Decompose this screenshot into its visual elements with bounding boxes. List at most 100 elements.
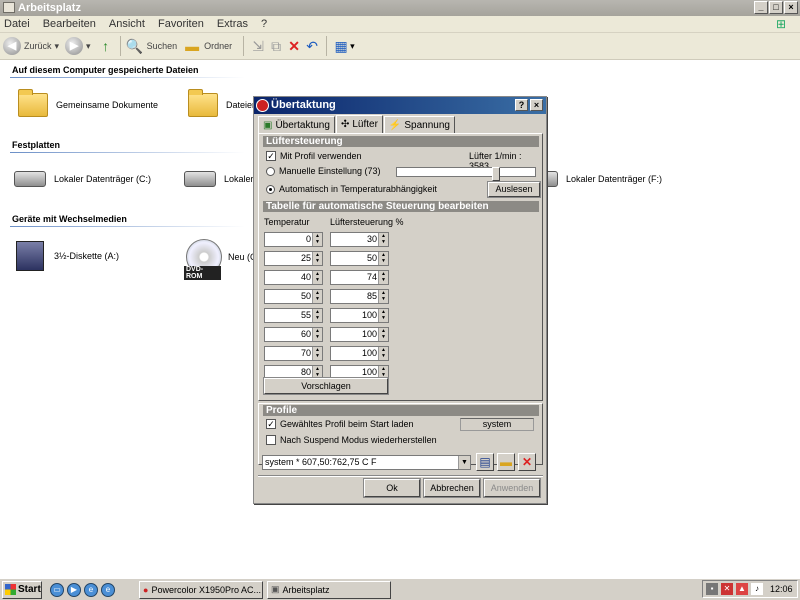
close-button[interactable]: ×	[784, 1, 798, 14]
menu-file[interactable]: Datei	[4, 18, 30, 30]
open-profile-button[interactable]: ▬	[497, 453, 515, 471]
dialog-close-button[interactable]: ×	[530, 99, 543, 111]
forward-button[interactable]: ▶ ▾	[65, 37, 91, 55]
tab-overclock[interactable]: ▣ Übertaktung	[258, 116, 335, 133]
undo-icon[interactable]: ↶	[303, 37, 321, 55]
slider-thumb[interactable]	[491, 167, 500, 181]
tab-fan[interactable]: ✣ Lüfter	[335, 115, 383, 133]
copy-to-icon[interactable]: ⧉	[267, 37, 285, 55]
chevron-down-icon[interactable]: ▾	[86, 41, 91, 52]
tray-icon-1[interactable]: ▪	[706, 583, 718, 595]
volume-icon[interactable]: ♪	[751, 583, 763, 595]
fan-percent-spinner[interactable]: 100 ▲ ▼	[330, 327, 389, 342]
tray-icon-3[interactable]: ▲	[736, 583, 748, 595]
menu-help[interactable]: ?	[261, 18, 267, 30]
load-on-start-row[interactable]: ✓ Gewähltes Profil beim Start laden	[266, 419, 414, 429]
spinner-arrows-icon[interactable]: ▲ ▼	[312, 309, 322, 322]
tray-icon-2[interactable]: ✕	[721, 583, 733, 595]
fan-percent-spinner[interactable]: 50 ▲ ▼	[330, 251, 389, 266]
chevron-down-icon[interactable]: ▾	[350, 41, 355, 52]
ok-button[interactable]: Ok	[363, 478, 421, 498]
load-on-start-checkbox[interactable]: ✓	[266, 419, 276, 429]
auto-label: Automatisch in Temperaturabhängigkeit	[279, 184, 437, 194]
use-profile-row[interactable]: ✓ Mit Profil verwenden	[266, 151, 362, 161]
browser-icon[interactable]: e	[84, 582, 98, 597]
fan-percent-spinner[interactable]: 100 ▲ ▼	[330, 308, 389, 323]
shared-documents-item[interactable]: Gemeinsame Dokumente	[18, 89, 158, 117]
temperature-spinner[interactable]: 40 ▲ ▼	[264, 270, 323, 285]
drive-c-item[interactable]: Lokaler Datenträger (C:)	[14, 171, 151, 187]
chevron-down-icon[interactable]: ▼	[458, 456, 470, 469]
manual-mode-row[interactable]: Manuelle Einstellung (73)	[266, 166, 381, 176]
use-profile-checkbox[interactable]: ✓	[266, 151, 276, 161]
fan-percent-spinner[interactable]: 100 ▲ ▼	[330, 346, 389, 361]
window-titlebar[interactable]: Arbeitsplatz _ □ ×	[0, 0, 800, 16]
delete-icon[interactable]: ✕	[285, 37, 303, 55]
user-files-item[interactable]: Dateien	[188, 89, 257, 117]
read-button[interactable]: Auslesen	[487, 181, 541, 198]
spinner-arrows-icon[interactable]: ▲ ▼	[378, 252, 388, 265]
fan-percent-spinner[interactable]: 74 ▲ ▼	[330, 270, 389, 285]
chevron-down-icon[interactable]: ▾	[55, 41, 60, 52]
temperature-spinner[interactable]: 50 ▲ ▼	[264, 289, 323, 304]
menu-tools[interactable]: Extras	[217, 18, 248, 30]
spinner-arrows-icon[interactable]: ▲ ▼	[312, 290, 322, 303]
menu-view[interactable]: Ansicht	[109, 18, 145, 30]
spinner-arrows-icon[interactable]: ▲ ▼	[378, 271, 388, 284]
apply-button[interactable]: Anwenden	[483, 478, 541, 498]
spinner-arrows-icon[interactable]: ▲ ▼	[312, 328, 322, 341]
menu-edit[interactable]: Bearbeiten	[43, 18, 96, 30]
taskbar: Start ▭ ▶ e e ● Powercolor X1950Pro AC..…	[0, 578, 800, 600]
save-profile-button[interactable]: ▤	[476, 453, 494, 471]
fan-speed-slider[interactable]	[396, 167, 536, 181]
floppy-item[interactable]: 3½-Diskette (A:)	[16, 241, 119, 271]
clock[interactable]: 12:06	[770, 584, 793, 594]
up-folder-icon[interactable]: ↑	[97, 37, 115, 55]
delete-profile-button[interactable]: ✕	[518, 453, 536, 471]
fan-percent-spinner[interactable]: 85 ▲ ▼	[330, 289, 389, 304]
temperature-spinner[interactable]: 25 ▲ ▼	[264, 251, 323, 266]
media-player-icon[interactable]: ▶	[67, 582, 81, 597]
dvd-item[interactable]: DVD-ROM Neu (G:)	[184, 239, 263, 280]
temperature-spinner[interactable]: 0 ▲ ▼	[264, 232, 323, 247]
restore-suspend-checkbox[interactable]	[266, 435, 276, 445]
help-button[interactable]: ?	[515, 99, 528, 111]
internet-explorer-icon[interactable]: e	[101, 582, 115, 597]
spinner-arrows-icon[interactable]: ▲ ▼	[312, 271, 322, 284]
minimize-button[interactable]: _	[754, 1, 768, 14]
suggest-button[interactable]: Vorschlagen	[263, 377, 389, 395]
dialog-titlebar[interactable]: Übertaktung ? ×	[254, 97, 546, 114]
move-to-icon[interactable]: ⇲	[249, 37, 267, 55]
cancel-button[interactable]: Abbrechen	[423, 478, 481, 498]
temperature-spinner[interactable]: 60 ▲ ▼	[264, 327, 323, 342]
views-icon[interactable]: ▦	[332, 37, 350, 55]
temperature-spinner[interactable]: 55 ▲ ▼	[264, 308, 323, 323]
drive-d-item[interactable]: Lokaler	[184, 171, 254, 187]
auto-mode-row[interactable]: Automatisch in Temperaturabhängigkeit	[266, 184, 437, 194]
spinner-arrows-icon[interactable]: ▲ ▼	[378, 290, 388, 303]
back-button[interactable]: ◀ Zurück ▾	[3, 37, 59, 55]
temperature-spinner[interactable]: 70 ▲ ▼	[264, 346, 323, 361]
restore-suspend-row[interactable]: Nach Suspend Modus wiederherstellen	[266, 435, 437, 445]
spinner-arrows-icon[interactable]: ▲ ▼	[378, 328, 388, 341]
search-button[interactable]: 🔍 Suchen	[126, 37, 177, 55]
auto-radio[interactable]	[266, 184, 275, 194]
spinner-arrows-icon[interactable]: ▲ ▼	[312, 347, 322, 360]
manual-radio[interactable]	[266, 166, 275, 176]
spinner-arrows-icon[interactable]: ▲ ▼	[312, 252, 322, 265]
menu-favorites[interactable]: Favoriten	[158, 18, 204, 30]
spinner-arrows-icon[interactable]: ▲ ▼	[378, 233, 388, 246]
profile-select[interactable]: system * 607,50:762,75 C F ▼	[262, 455, 471, 470]
start-button[interactable]: Start	[2, 580, 42, 599]
maximize-button[interactable]: □	[769, 1, 783, 14]
fan-percent-spinner[interactable]: 30 ▲ ▼	[330, 232, 389, 247]
desktop-icon[interactable]: ▭	[50, 582, 64, 597]
spinner-arrows-icon[interactable]: ▲ ▼	[378, 347, 388, 360]
tab-voltage[interactable]: ⚡ Spannung	[383, 116, 455, 133]
tab-strip: ▣ Übertaktung ✣ Lüfter ⚡ Spannung	[258, 115, 456, 133]
folders-button[interactable]: ▬ Ordner	[183, 37, 232, 55]
spinner-arrows-icon[interactable]: ▲ ▼	[312, 233, 322, 246]
taskbar-task-powercolor[interactable]: ● Powercolor X1950Pro AC...	[139, 580, 263, 599]
spinner-arrows-icon[interactable]: ▲ ▼	[378, 309, 388, 322]
taskbar-task-arbeitsplatz[interactable]: ▣ Arbeitsplatz	[267, 580, 391, 599]
